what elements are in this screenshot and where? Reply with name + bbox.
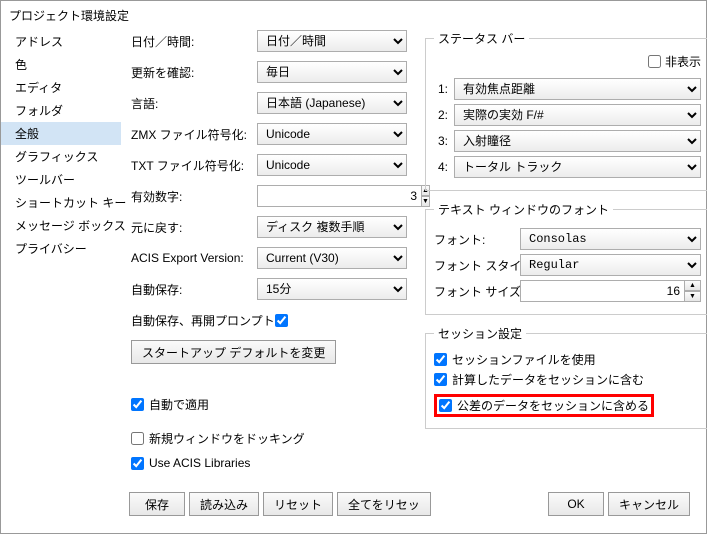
sidebar: アドレス 色 エディタ フォルダ 全般 グラフィックス ツールバー ショートカッ… [1, 26, 121, 486]
sidebar-item-graphics[interactable]: グラフィックス [1, 145, 121, 168]
sigdig-input[interactable] [257, 185, 422, 207]
dock-checkbox[interactable] [131, 432, 144, 445]
revert-label: 元に戻す: [131, 219, 251, 236]
status-row-3-num: 3: [434, 134, 448, 148]
sidebar-item-folder[interactable]: フォルダ [1, 99, 121, 122]
sidebar-item-shortcut[interactable]: ショートカット キー [1, 191, 121, 214]
status-row-3-select[interactable]: 入射瞳径 [454, 130, 701, 152]
save-button[interactable]: 保存 [129, 492, 185, 516]
session-calc-checkbox[interactable] [434, 373, 447, 386]
zmx-label: ZMX ファイル符号化: [131, 126, 251, 143]
statusbar-group: ステータス バー 非表示 1: 有効焦点距離 2: 実際の実効 F/# 3 [425, 30, 707, 191]
fontstyle-label: フォント スタイル: [434, 257, 514, 274]
statusbar-legend: ステータス バー [434, 30, 529, 47]
sidebar-item-message[interactable]: メッセージ ボックス [1, 214, 121, 237]
reopen-label: 自動保存、再開プロンプト: [131, 312, 269, 329]
startup-defaults-button[interactable]: スタートアップ デフォルトを変更 [131, 340, 336, 364]
status-row-1-select[interactable]: 有効焦点距離 [454, 78, 701, 100]
autoapply-label: 自動で適用 [149, 396, 209, 413]
session-group: セッション設定 セッションファイルを使用 計算したデータをセッションに含む 公差… [425, 325, 707, 429]
sidebar-item-privacy[interactable]: プライバシー [1, 237, 121, 260]
sidebar-item-color[interactable]: 色 [1, 53, 121, 76]
footer-bar: 保存 読み込み リセット 全てをリセッ OK キャンセル [1, 486, 706, 522]
datetime-label: 日付／時間: [131, 33, 251, 50]
sidebar-item-address[interactable]: アドレス [1, 30, 121, 53]
load-button[interactable]: 読み込み [189, 492, 259, 516]
status-row-2-num: 2: [434, 108, 448, 122]
sidebar-item-toolbar[interactable]: ツールバー [1, 168, 121, 191]
txt-label: TXT ファイル符号化: [131, 157, 251, 174]
cancel-button[interactable]: キャンセル [608, 492, 690, 516]
session-calc-label: 計算したデータをセッションに含む [452, 371, 644, 388]
window-title: プロジェクト環境設定 [1, 1, 706, 26]
autosave-label: 自動保存: [131, 281, 251, 298]
fontstyle-select[interactable]: Regular [520, 254, 701, 276]
session-usefile-checkbox[interactable] [434, 353, 447, 366]
reset-all-button[interactable]: 全てをリセッ [337, 492, 431, 516]
dock-label: 新規ウィンドウをドッキング [149, 430, 305, 447]
datetime-select[interactable]: 日付／時間 [257, 30, 407, 52]
autosave-select[interactable]: 15分 [257, 278, 407, 300]
lang-label: 言語: [131, 95, 251, 112]
fontsize-input[interactable] [520, 280, 685, 302]
font-group: テキスト ウィンドウのフォント フォント: Consolas フォント スタイル… [425, 201, 707, 315]
statusbar-hide-label: 非表示 [665, 53, 701, 70]
zmx-select[interactable]: Unicode [257, 123, 407, 145]
use-acis-checkbox[interactable] [131, 457, 144, 470]
lang-select[interactable]: 日本語 (Japanese) [257, 92, 407, 114]
autoapply-checkbox[interactable] [131, 398, 144, 411]
sigdig-label: 有効数字: [131, 188, 251, 205]
session-tol-label: 公差のデータをセッションに含める [457, 397, 649, 414]
ok-button[interactable]: OK [548, 492, 604, 516]
acis-label: ACIS Export Version: [131, 251, 251, 265]
spin-up-icon[interactable]: ▲ [685, 280, 701, 291]
updates-select[interactable]: 毎日 [257, 61, 407, 83]
sidebar-item-general[interactable]: 全般 [1, 122, 121, 145]
txt-select[interactable]: Unicode [257, 154, 407, 176]
status-row-4-select[interactable]: トータル トラック [454, 156, 701, 178]
revert-select[interactable]: ディスク 複数手順 [257, 216, 407, 238]
font-legend: テキスト ウィンドウのフォント [434, 201, 613, 218]
updates-label: 更新を確認: [131, 64, 251, 81]
font-label: フォント: [434, 231, 514, 248]
session-usefile-label: セッションファイルを使用 [452, 351, 596, 368]
fontsize-label: フォント サイズ: [434, 283, 514, 300]
reopen-checkbox[interactable] [275, 314, 288, 327]
status-row-1-num: 1: [434, 82, 448, 96]
sidebar-item-editor[interactable]: エディタ [1, 76, 121, 99]
session-legend: セッション設定 [434, 325, 526, 342]
session-tol-checkbox[interactable] [439, 399, 452, 412]
use-acis-label: Use ACIS Libraries [149, 456, 250, 470]
spin-down-icon[interactable]: ▼ [685, 291, 701, 302]
statusbar-hide-checkbox[interactable] [648, 55, 661, 68]
status-row-4-num: 4: [434, 160, 448, 174]
font-select[interactable]: Consolas [520, 228, 701, 250]
acis-select[interactable]: Current (V30) [257, 247, 407, 269]
reset-button[interactable]: リセット [263, 492, 333, 516]
status-row-2-select[interactable]: 実際の実効 F/# [454, 104, 701, 126]
